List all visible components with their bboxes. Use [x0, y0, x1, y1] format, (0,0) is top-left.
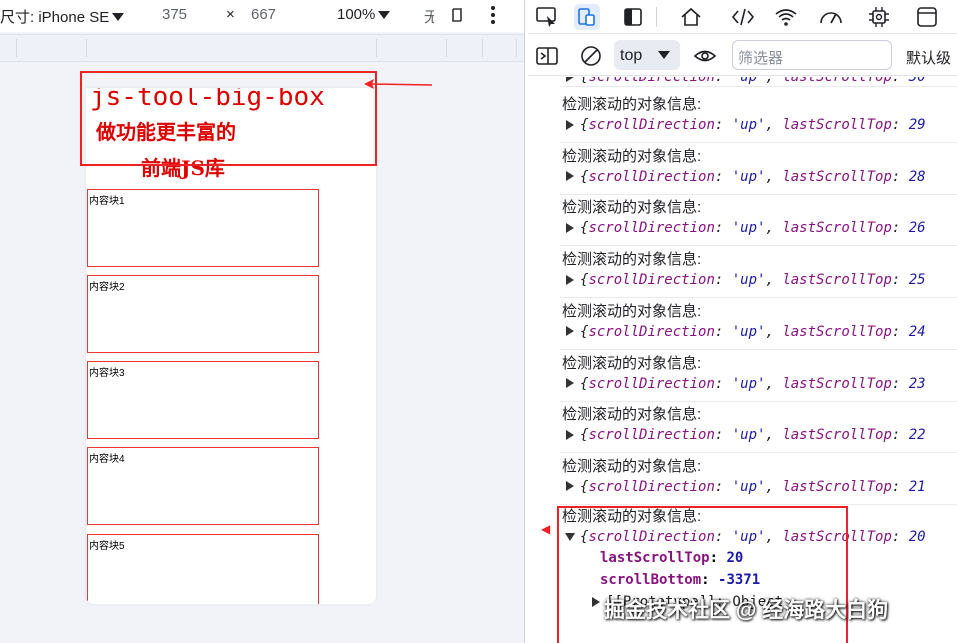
- expand-triangle-icon[interactable]: [566, 222, 574, 233]
- log-object-preview[interactable]: {scrollDirection: 'up', lastScrollTop: 2…: [560, 322, 957, 342]
- console-log-entry: 检测滚动的对象信息: {scrollDirection: 'up', lastSc…: [560, 95, 957, 143]
- expand-triangle-icon[interactable]: [566, 171, 574, 182]
- clear-console-icon[interactable]: [578, 43, 604, 69]
- live-expression-eye-icon[interactable]: [692, 43, 718, 69]
- media-query-ruler: [0, 34, 524, 62]
- content-block: 内容块5: [87, 534, 319, 604]
- log-object-preview[interactable]: {scrollDirection: 'up', lastScrollTop: 2…: [560, 270, 957, 290]
- log-object-preview[interactable]: {scrollDirection: 'up', lastScrollTop: 2…: [560, 477, 957, 497]
- zoom-label: 100%: [337, 6, 376, 23]
- console-log-entry: {scrollDirection: 'up', lastScrollTop: 3…: [560, 77, 957, 87]
- screenshot-root: 尺寸: iPhone SE 375 × 667 100% 无 js-tool-b…: [0, 0, 957, 643]
- expand-triangle-icon[interactable]: [566, 481, 574, 492]
- log-message: 检测滚动的对象信息:: [562, 147, 702, 165]
- chevron-down-icon: [378, 10, 391, 19]
- console-log-entry: 检测滚动的对象信息: {scrollDirection: 'up', lastSc…: [560, 405, 957, 454]
- content-block: 内容块1: [87, 189, 319, 267]
- log-message: 检测滚动的对象信息:: [562, 406, 702, 424]
- zoom-select[interactable]: 100%: [337, 6, 391, 23]
- expand-triangle-icon[interactable]: [566, 378, 574, 388]
- context-select[interactable]: top: [614, 40, 680, 70]
- elements-code-icon[interactable]: [730, 4, 756, 30]
- memory-chip-icon[interactable]: [866, 4, 892, 30]
- log-message: 检测滚动的对象信息:: [562, 457, 702, 475]
- inspect-element-icon[interactable]: [534, 4, 560, 30]
- content-block: 内容块4: [87, 447, 319, 525]
- log-object-preview[interactable]: {scrollDirection: 'up', lastScrollTop: 2…: [560, 115, 957, 135]
- chevron-down-icon: [658, 51, 670, 59]
- console-log-entry: 检测滚动的对象信息: {scrollDirection: 'up', lastSc…: [560, 457, 957, 505]
- log-object-preview[interactable]: {scrollDirection: 'up', lastScrollTop: 3…: [560, 77, 957, 87]
- annotation-pointer-icon: ◀: [541, 522, 551, 536]
- expand-triangle-icon[interactable]: [566, 274, 574, 285]
- home-icon[interactable]: [678, 4, 704, 30]
- devtools-toolbar: [528, 0, 957, 34]
- console-log-entry: 检测滚动的对象信息: {scrollDirection: 'up', lastSc…: [560, 250, 957, 299]
- expand-triangle-icon[interactable]: [566, 77, 574, 82]
- log-object-preview[interactable]: {scrollDirection: 'up', lastScrollTop: 2…: [560, 167, 957, 187]
- expand-triangle-icon[interactable]: [566, 326, 574, 337]
- console-toolbar: top 筛选器 默认级: [528, 36, 957, 76]
- console-log-entry: 检测滚动的对象信息: {scrollDirection: 'up', lastSc…: [560, 302, 957, 350]
- performance-gauge-icon[interactable]: [818, 4, 844, 30]
- devtools-pane: top 筛选器 默认级 {scrollDirection: 'up', last…: [528, 0, 957, 643]
- log-message: 检测滚动的对象信息:: [562, 354, 702, 372]
- width-input[interactable]: 375: [162, 6, 187, 23]
- log-message: 检测滚动的对象信息:: [562, 96, 702, 113]
- device-emulation-pane: 尺寸: iPhone SE 375 × 667 100% 无 js-tool-b…: [0, 0, 524, 643]
- content-block: 内容块2: [87, 275, 319, 353]
- expand-triangle-icon[interactable]: [566, 429, 574, 440]
- log-object-preview[interactable]: {scrollDirection: 'up', lastScrollTop: 2…: [560, 425, 957, 445]
- device-select-label: 尺寸: iPhone SE: [0, 9, 110, 26]
- console-log-entry: 检测滚动的对象信息: {scrollDirection: 'up', lastSc…: [560, 198, 957, 247]
- log-message: 检测滚动的对象信息:: [562, 251, 702, 269]
- log-message: 检测滚动的对象信息:: [562, 302, 702, 320]
- throttle-select[interactable]: 无: [424, 6, 434, 27]
- content-block: 内容块3: [87, 361, 319, 439]
- application-icon[interactable]: [914, 4, 940, 30]
- network-wifi-icon[interactable]: [773, 4, 799, 30]
- dimension-times: ×: [226, 6, 235, 23]
- console-log-entry: 检测滚动的对象信息: {scrollDirection: 'up', lastSc…: [560, 147, 957, 195]
- annotation-highlight-box: [80, 71, 377, 166]
- log-message: 检测滚动的对象信息:: [562, 199, 702, 217]
- annotation-arrow-icon: [364, 79, 433, 89]
- rotate-icon[interactable]: [450, 6, 466, 24]
- device-select[interactable]: 尺寸: iPhone SE: [0, 6, 125, 27]
- log-levels-select[interactable]: 默认级: [906, 47, 951, 68]
- dock-side-icon[interactable]: [620, 4, 646, 30]
- expand-triangle-icon[interactable]: [566, 119, 574, 130]
- device-toolbar: 尺寸: iPhone SE 375 × 667 100% 无: [0, 0, 524, 32]
- console-log-entry: 检测滚动的对象信息: {scrollDirection: 'up', lastSc…: [560, 354, 957, 402]
- chevron-down-icon: [112, 12, 125, 21]
- log-object-preview[interactable]: {scrollDirection: 'up', lastScrollTop: 2…: [560, 218, 957, 238]
- height-input[interactable]: 667: [251, 6, 276, 23]
- context-label: top: [620, 47, 643, 64]
- log-object-preview[interactable]: {scrollDirection: 'up', lastScrollTop: 2…: [560, 374, 957, 394]
- filter-input[interactable]: 筛选器: [732, 40, 892, 70]
- watermark: 掘金技术社区 @ 经海路大白狗: [604, 599, 889, 622]
- sidebar-toggle-icon[interactable]: [534, 43, 560, 69]
- more-options-icon[interactable]: [489, 5, 497, 25]
- device-toggle-icon[interactable]: [574, 4, 600, 30]
